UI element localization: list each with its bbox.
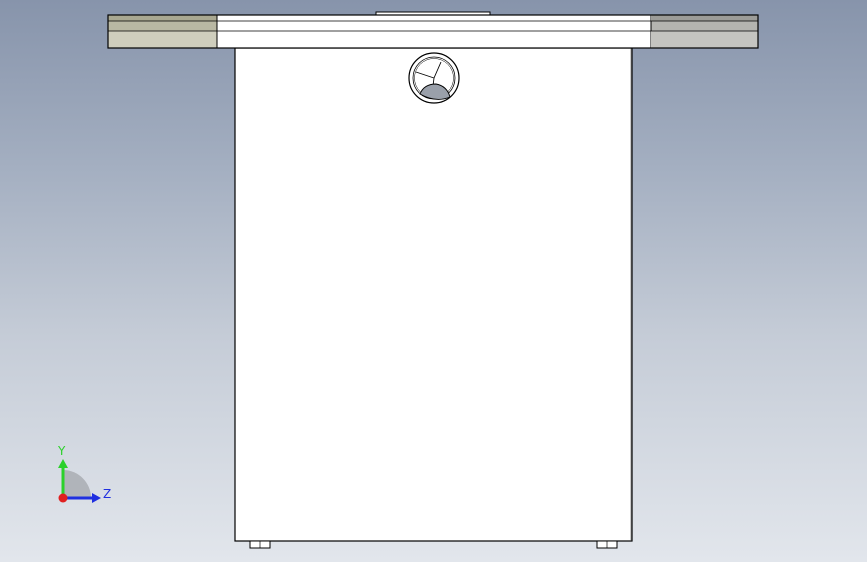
model-view[interactable]: Y Z xyxy=(0,0,867,562)
top-flange[interactable] xyxy=(107,14,759,49)
triad-z-label: Z xyxy=(103,487,111,501)
foot-left[interactable] xyxy=(249,540,271,549)
triad-y-label: Y xyxy=(57,444,66,458)
enclosure-body[interactable] xyxy=(234,47,633,542)
foot-right[interactable] xyxy=(596,540,618,549)
graphics-viewport[interactable]: Y Z xyxy=(0,0,867,562)
x-axis-dot-icon xyxy=(58,493,68,503)
gauge-dial[interactable] xyxy=(408,52,460,104)
triad-plane-icon xyxy=(63,470,91,498)
reference-triad: Y Z xyxy=(57,444,111,503)
